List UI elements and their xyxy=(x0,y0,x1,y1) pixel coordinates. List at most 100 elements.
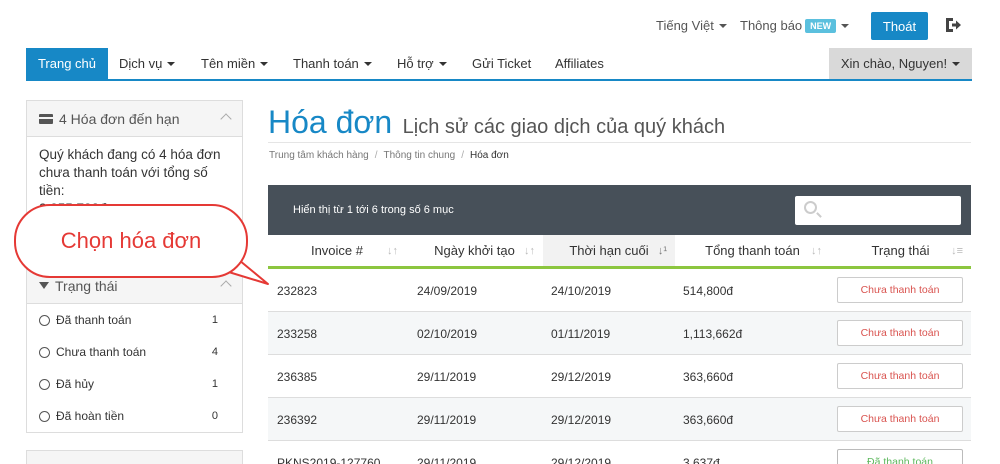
status-badge[interactable]: Chưa thanh toán xyxy=(837,363,963,389)
main-navigation: Trang chủ Dịch vụ Tên miền Thanh toán Hỗ… xyxy=(26,48,972,81)
due-date: 29/12/2019 xyxy=(551,369,612,384)
radio-icon xyxy=(39,378,50,390)
invoice-number[interactable]: PKNS2019-127760 xyxy=(277,441,380,464)
invoice-number[interactable]: 232823 xyxy=(277,269,317,312)
status-badge[interactable]: Chưa thanh toán xyxy=(837,406,963,432)
table-toolbar: Hiển thị từ 1 tới 6 trong số 6 mục xyxy=(268,185,971,235)
nav-services[interactable]: Dịch vụ xyxy=(119,48,176,79)
nav-support-label: Hỗ trợ xyxy=(397,56,434,71)
created-date: 24/09/2019 xyxy=(417,283,478,298)
total-amount: 3,637đ xyxy=(683,455,720,464)
chevron-up-icon[interactable] xyxy=(220,280,232,292)
credit-card-icon xyxy=(39,113,53,124)
logout-button[interactable]: Thoát xyxy=(871,12,928,40)
table-search-input[interactable] xyxy=(795,196,961,225)
status-filter-count: 1 xyxy=(211,378,218,390)
status-filter-refunded[interactable]: Đã hoàn tiền 0 xyxy=(27,400,242,432)
nav-domains-label: Tên miền xyxy=(201,56,256,71)
table-row[interactable]: PKNS2019-127760 29/11/2019 29/12/2019 3,… xyxy=(268,441,971,464)
table-row[interactable]: 236392 29/11/2019 29/12/2019 363,660đ Ch… xyxy=(268,398,971,441)
callout-bubble: Chọn hóa đơn xyxy=(14,204,248,278)
created-date: 29/11/2019 xyxy=(417,412,477,427)
table-header: Invoice # ↓↑ Ngày khởi tạo ↓↑ Thời hạn c… xyxy=(268,235,971,269)
invoice-number[interactable]: 236392 xyxy=(277,398,317,441)
chevron-down-icon xyxy=(438,61,447,66)
nav-billing-label: Thanh toán xyxy=(293,56,359,71)
status-filter-unpaid[interactable]: Chưa thanh toán 4 xyxy=(27,336,242,368)
breadcrumb-separator: / xyxy=(374,150,378,161)
total-amount: 1,113,662đ xyxy=(683,326,743,341)
status-filter-count: 0 xyxy=(211,410,218,422)
sort-icon: ↓↑ xyxy=(811,245,822,257)
nav-billing[interactable]: Thanh toán xyxy=(293,48,372,79)
due-invoices-line2: chưa thanh toán với tổng số tiền: xyxy=(39,165,208,198)
greeting-label: Xin chào, Nguyen! xyxy=(840,56,948,71)
column-invoice[interactable]: Invoice # ↓↑ xyxy=(268,235,406,269)
status-badge[interactable]: Chưa thanh toán xyxy=(837,320,963,346)
status-filter-label: Đã hủy xyxy=(56,377,95,391)
sort-icon: ↓↑ xyxy=(524,245,535,257)
invoice-number[interactable]: 233258 xyxy=(277,312,317,355)
next-sidebar-panel xyxy=(26,450,243,464)
sort-icon: ↓↑ xyxy=(387,245,398,257)
status-filter-cancelled[interactable]: Đã hủy 1 xyxy=(27,368,242,400)
nav-services-label: Dịch vụ xyxy=(119,56,163,71)
page-subtitle: Lịch sử các giao dịch của quý khách xyxy=(402,116,726,138)
title-divider xyxy=(268,142,971,143)
status-badge[interactable]: Đã thanh toán xyxy=(837,449,963,464)
nav-ticket[interactable]: Gửi Ticket xyxy=(472,48,531,79)
status-filter-label: Đã hoàn tiền xyxy=(56,409,125,423)
created-date: 29/11/2019 xyxy=(417,455,477,464)
table-row[interactable]: 233258 02/10/2019 01/11/2019 1,113,662đ … xyxy=(268,312,971,355)
nav-domains[interactable]: Tên miền xyxy=(201,48,269,79)
page-title: Hóa đơn Lịch sử các giao dịch của quý kh… xyxy=(268,104,725,141)
chevron-down-icon xyxy=(260,61,269,66)
radio-icon xyxy=(39,410,50,422)
status-filter-paid[interactable]: Đã thanh toán 1 xyxy=(27,304,242,336)
table-row[interactable]: 236385 29/11/2019 29/12/2019 363,660đ Ch… xyxy=(268,355,971,398)
callout-text: Chọn hóa đơn xyxy=(60,228,202,253)
status-badge[interactable]: Chưa thanh toán xyxy=(837,277,963,303)
breadcrumb-link[interactable]: Trung tâm khách hàng xyxy=(269,150,369,161)
chevron-down-icon xyxy=(952,61,961,66)
notifications-label: Thông báo xyxy=(740,18,803,33)
chevron-up-icon[interactable] xyxy=(220,113,232,125)
breadcrumb-current: Hóa đơn xyxy=(469,150,509,161)
column-due[interactable]: Thời hạn cuối ↓¹ xyxy=(543,235,675,269)
due-date: 29/12/2019 xyxy=(551,412,612,427)
status-filter-count: 1 xyxy=(211,314,218,326)
sort-ascending-icon: ↓¹ xyxy=(657,245,667,257)
sort-filter-icon: ↓≡ xyxy=(951,245,963,257)
sign-out-icon[interactable] xyxy=(944,16,962,34)
chevron-down-icon xyxy=(363,61,372,66)
total-amount: 363,660đ xyxy=(683,369,734,384)
column-header-label: Thời hạn cuối xyxy=(569,243,649,258)
column-created[interactable]: Ngày khởi tạo ↓↑ xyxy=(406,235,543,269)
column-status[interactable]: Trạng thái ↓≡ xyxy=(830,235,971,269)
due-date: 29/12/2019 xyxy=(551,455,612,464)
due-date: 01/11/2019 xyxy=(551,326,611,341)
breadcrumb-link[interactable]: Thông tin chung xyxy=(383,150,455,161)
status-filter-title: Trạng thái xyxy=(55,277,118,294)
column-total[interactable]: Tổng thanh toán ↓↑ xyxy=(675,235,830,269)
account-menu[interactable]: Xin chào, Nguyen! xyxy=(829,48,972,79)
radio-icon xyxy=(39,346,50,358)
column-header-label: Ngày khởi tạo xyxy=(434,243,515,258)
due-date: 24/10/2019 xyxy=(551,283,612,298)
nav-affiliates[interactable]: Affiliates xyxy=(555,48,604,79)
nav-support[interactable]: Hỗ trợ xyxy=(397,48,447,79)
column-header-label: Trạng thái xyxy=(871,243,930,258)
table-row[interactable]: 232823 24/09/2019 24/10/2019 514,800đ Ch… xyxy=(268,269,971,312)
status-filter-count: 4 xyxy=(211,346,218,358)
due-invoices-title: 4 Hóa đơn đến hạn xyxy=(59,110,180,127)
language-selector[interactable]: Tiếng Việt xyxy=(656,18,727,33)
invoice-number[interactable]: 236385 xyxy=(277,355,317,398)
notifications-menu[interactable]: Thông báo NEW xyxy=(740,18,850,33)
filter-icon xyxy=(39,282,49,289)
nav-home[interactable]: Trang chủ xyxy=(26,48,108,79)
column-header-label: Tổng thanh toán xyxy=(705,243,800,258)
created-date: 02/10/2019 xyxy=(417,326,478,341)
chevron-down-icon xyxy=(718,24,727,28)
due-invoices-header[interactable]: 4 Hóa đơn đến hạn xyxy=(27,101,242,137)
total-amount: 514,800đ xyxy=(683,283,734,298)
